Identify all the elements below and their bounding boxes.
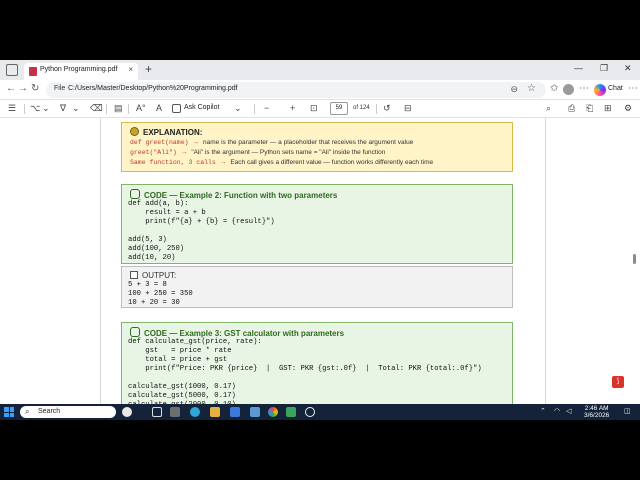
screen: Python Programming.pdf × + — ❐ ✕ ← → ↻ F… [0,60,640,420]
explanation-row: def greet(name) → name is the parameter — … [130,139,414,146]
more-icon[interactable]: ⋯ [579,83,589,94]
favorites-icon[interactable]: ✩ [550,83,558,94]
tray-overflow-icon[interactable]: ⌃ [540,407,546,415]
forward-icon[interactable]: → [18,83,28,94]
contents-icon[interactable]: ☰ [8,103,16,114]
pdf-file-icon [29,67,37,76]
erase-icon[interactable]: ⌫ [90,103,103,114]
highlight-icon[interactable]: ⌥ [30,103,40,114]
notifications-icon[interactable]: ◫ [624,407,631,415]
url-text: C:/Users/Master/Desktop/Python%20Program… [68,85,238,92]
explanation-row: Same function, 3 calls → Each call gives a… [130,159,434,166]
separator [24,104,25,114]
search-icon: ⌕ [25,407,30,416]
file-label: File [54,85,66,92]
separator [106,104,107,114]
close-window-button[interactable]: ✕ [624,63,632,74]
back-icon[interactable]: ← [6,83,16,94]
app-icon[interactable] [286,407,296,417]
output-example-2: OUTPUT: 5 + 3 = 8 100 + 250 = 350 10 + 2… [121,266,513,308]
code-example-2: CODE — Example 2: Function with two para… [121,184,513,264]
explanation-title: EXPLANATION: [130,127,202,137]
clock[interactable]: 2:46 AM 3/6/2026 [584,405,609,419]
add-text-icon[interactable]: ▤ [114,103,123,114]
tab-strip: Python Programming.pdf × + — ❐ ✕ [0,60,640,80]
explanation-row: greet("Ali") → "Ali" is the argument — Pyt… [130,149,386,156]
volume-icon[interactable]: ◁ [566,407,571,415]
start-button[interactable] [4,407,14,417]
pdf-page: EXPLANATION: def greet(name) → name is the… [100,118,546,404]
save-icon[interactable]: ⎗ [586,103,593,114]
page-view-icon[interactable]: ⊟ [404,103,412,114]
edge-menu-icon[interactable]: ⋯ [628,83,638,94]
highlight-dropdown-icon[interactable]: ⌄ [42,103,50,114]
output-block: 5 + 3 = 8 100 + 250 = 350 10 + 20 = 30 [128,281,193,307]
print-icon[interactable]: ⎙ [568,103,575,114]
zoom-in-icon[interactable]: + [290,103,295,113]
text-size-icon[interactable]: A [156,103,162,113]
profile-avatar[interactable] [563,84,574,95]
separator [254,104,255,114]
wifi-icon[interactable]: ◠ [554,407,560,415]
page-number-input[interactable]: 59 [330,102,348,115]
pdf-toolbar: ☰ ⌥ ⌄ ∇ ⌄ ⌫ ▤ A° A Ask Copilot ⌄ − + ⊡ 5… [0,100,640,118]
code-block: def add(a, b): result = a + b print(f"{a… [128,200,275,262]
draw-dropdown-icon[interactable]: ⌄ [72,103,80,114]
close-tab-icon[interactable]: × [128,65,133,74]
chat-label[interactable]: Chat [608,85,623,92]
separator [376,104,377,114]
scrollbar-thumb[interactable] [633,254,636,264]
ask-copilot-button[interactable]: Ask Copilot [184,104,219,111]
widgets-icon[interactable] [122,407,132,417]
python-icon [130,327,140,337]
bulb-icon [130,127,139,136]
vertical-scrollbar[interactable] [632,118,636,404]
search-label: Search [38,408,61,415]
copilot-icon[interactable] [594,84,606,96]
fit-page-icon[interactable]: ⊡ [310,103,318,114]
workspaces-icon[interactable] [6,64,18,76]
search-pdf-icon[interactable]: ⌕ [546,103,551,114]
ask-copilot-icon[interactable] [172,104,181,113]
address-bar[interactable]: File C:/Users/Master/Desktop/Python%20Pr… [46,82,546,98]
acrobat-icon[interactable]: ⟆ [612,376,624,388]
output-icon [130,271,138,279]
tab-title: Python Programming.pdf [40,66,118,73]
favorite-star-icon[interactable]: ☆ [527,83,536,94]
app-icon[interactable] [250,407,260,417]
minimize-button[interactable]: — [574,63,583,73]
output-title: OUTPUT: [130,271,176,280]
address-bar-row: ← → ↻ File C:/Users/Master/Desktop/Pytho… [0,80,640,100]
separator [128,104,129,114]
page-count: of 124 [353,105,370,111]
document-area[interactable]: EXPLANATION: def greet(name) → name is the… [0,118,640,404]
refresh-icon[interactable]: ↻ [31,83,39,94]
chrome-icon[interactable] [268,407,278,417]
taskbar-search[interactable]: ⌕ Search [20,406,116,418]
code-example-3-title: CODE — Example 3: GST calculator with pa… [130,327,344,338]
edge-icon[interactable] [190,407,200,417]
draw-icon[interactable]: ∇ [60,103,66,114]
settings-icon[interactable]: ⚙ [624,103,632,114]
code-example-3: CODE — Example 3: GST calculator with pa… [121,322,513,404]
app-icon[interactable] [170,407,180,417]
new-tab-button[interactable]: + [145,62,152,76]
code-example-2-title: CODE — Example 2: Function with two para… [130,189,337,200]
file-explorer-icon[interactable] [210,407,220,417]
code-block: def calculate_gst(price, rate): gst = pr… [128,338,482,404]
tab-python-programming[interactable]: Python Programming.pdf × [24,63,138,80]
save-as-icon[interactable]: ⊞ [604,103,612,114]
rotate-icon[interactable]: ↺ [383,103,391,114]
read-aloud-icon[interactable]: A° [136,103,146,113]
python-icon [130,189,140,199]
explanation-box: EXPLANATION: def greet(name) → name is the… [121,122,513,172]
ask-copilot-dropdown-icon[interactable]: ⌄ [234,103,242,114]
maximize-button[interactable]: ❐ [600,63,608,74]
app-icon[interactable] [305,407,315,417]
store-icon[interactable] [230,407,240,417]
zoom-out-icon[interactable]: − [264,103,269,113]
zoom-icon[interactable]: ⊖ [510,84,518,95]
task-view-icon[interactable] [152,407,162,417]
taskbar: ⌕ Search ⌃ ◠ ◁ 2:46 AM 3/6/2026 ◫ [0,404,640,420]
